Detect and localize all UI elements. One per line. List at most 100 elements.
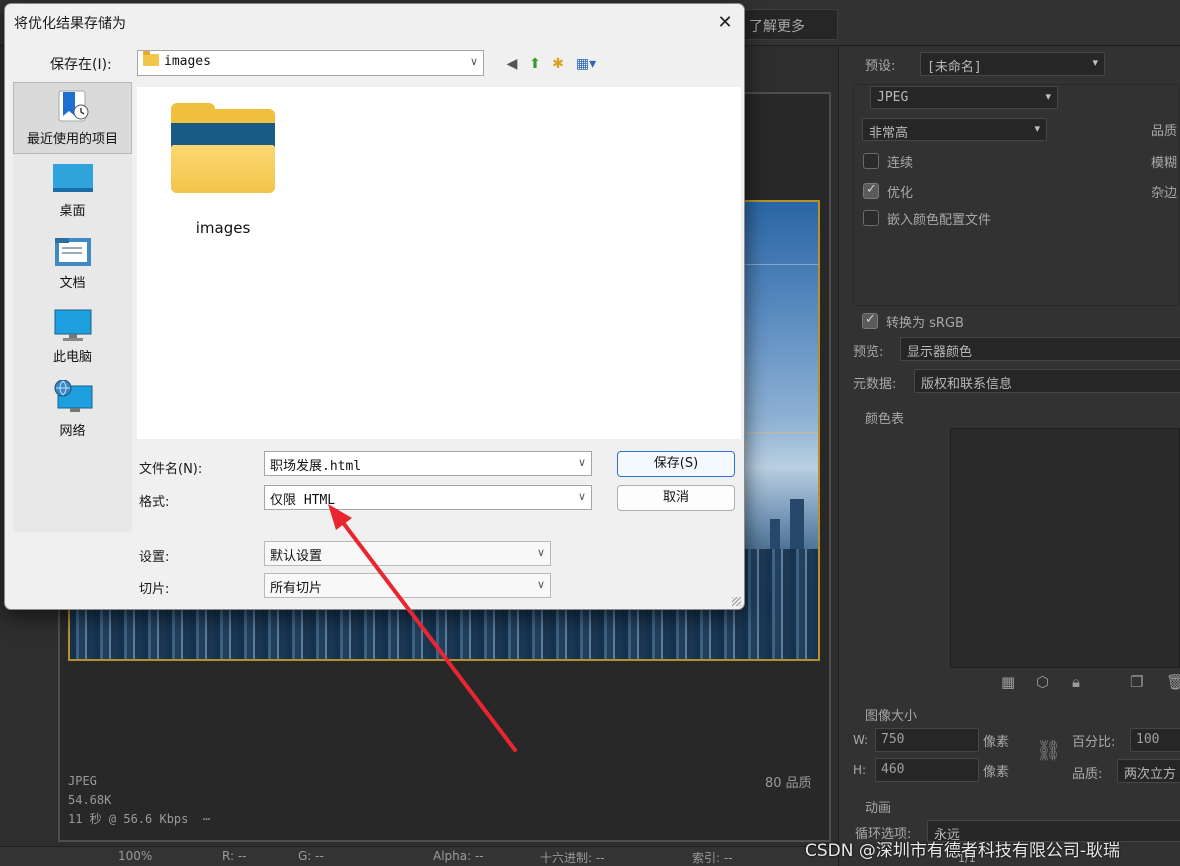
link-icon[interactable]: ⛓ xyxy=(1036,738,1061,762)
folder-icon[interactable] xyxy=(171,103,275,193)
place-documents[interactable]: 文档 xyxy=(13,234,132,291)
width-input[interactable]: 750 xyxy=(875,728,979,752)
matte-label: 杂边 xyxy=(1151,186,1178,201)
view-menu-icon[interactable]: ▦▾ xyxy=(572,54,600,74)
places-bar: 最近使用的项目 桌面 文档 此电脑 网络 xyxy=(13,82,132,532)
place-label: 文档 xyxy=(59,276,86,291)
chevron-down-icon: ∨ xyxy=(536,546,545,559)
save-in-label: 保存在(I): xyxy=(50,57,112,73)
color-table[interactable] xyxy=(950,428,1180,668)
save-in-combo[interactable]: images ∨ xyxy=(137,50,484,76)
resize-grip[interactable] xyxy=(732,597,741,606)
chevron-down-icon: ▾ xyxy=(1092,56,1098,69)
network-icon xyxy=(54,380,92,412)
resample-select[interactable]: 两次立方 xyxy=(1117,759,1180,783)
back-icon[interactable]: ◀ xyxy=(502,54,522,74)
preview-time: 11 秒 @ 56.6 Kbps xyxy=(68,812,189,826)
place-network[interactable]: 网络 xyxy=(13,380,132,439)
height-input[interactable]: 460 xyxy=(875,758,979,782)
color-table-label: 颜色表 xyxy=(865,412,905,427)
filename-label: 文件名(N): xyxy=(139,462,203,477)
save-button[interactable]: 保存(S) xyxy=(617,451,735,477)
settings-label: 设置: xyxy=(139,550,170,565)
place-this-pc[interactable]: 此电脑 xyxy=(13,308,132,365)
place-desktop[interactable]: 桌面 xyxy=(13,162,132,219)
slices-label: 切片: xyxy=(139,582,170,597)
up-folder-icon[interactable]: ⬆ xyxy=(525,54,545,74)
width-label: W: xyxy=(853,733,869,747)
preview-format: JPEG xyxy=(68,774,97,788)
blur-label: 模糊 xyxy=(1151,156,1178,171)
new-folder-icon[interactable]: ✱ xyxy=(548,54,568,74)
slices-select[interactable]: 所有切片 ∨ xyxy=(264,573,551,598)
recent-items-icon xyxy=(58,90,88,122)
preview-size: 54.68K xyxy=(68,793,112,807)
convert-srgb-label: 转换为 sRGB xyxy=(886,316,964,331)
desktop-icon xyxy=(52,164,93,192)
hex-readout: 十六进制: -- xyxy=(540,851,605,865)
trash-icon[interactable]: 🗑︎ xyxy=(1166,673,1180,691)
place-label: 最近使用的项目 xyxy=(26,132,118,147)
preview-info: JPEG 54.68K 11 秒 @ 56.6 Kbps ⋯ xyxy=(68,772,210,829)
cancel-button[interactable]: 取消 xyxy=(617,485,735,511)
cube-icon[interactable]: ⬡ xyxy=(1036,673,1049,691)
preview-quality: 80 品质 xyxy=(765,776,812,791)
chevron-down-icon: ∨ xyxy=(577,490,586,503)
index-readout: 索引: -- xyxy=(692,851,733,865)
filename-input[interactable]: 职场发展.html ∨ xyxy=(264,451,592,476)
place-recent[interactable]: 最近使用的项目 xyxy=(13,82,132,154)
progressive-label: 连续 xyxy=(887,156,914,171)
new-color-icon[interactable]: ❐ xyxy=(1130,673,1143,691)
folder-icon xyxy=(143,51,159,66)
close-icon[interactable]: ✕ xyxy=(705,5,744,41)
resample-label: 品质: xyxy=(1072,767,1103,782)
dialog-title: 将优化结果存储为 xyxy=(14,16,126,32)
watermark: CSDN @深圳市有德者科技有限公司-耿瑞 xyxy=(805,841,1121,861)
status-bar: 100% R: -- G: -- Alpha: -- 十六进制: -- 索引: … xyxy=(0,846,838,866)
quality-preset-select[interactable]: 非常高 ▾ xyxy=(862,118,1047,141)
progressive-checkbox[interactable] xyxy=(863,153,879,169)
format-select[interactable]: 仅限 HTML ∨ xyxy=(264,485,592,510)
folder-item-label[interactable]: images xyxy=(171,219,275,237)
preset-select[interactable]: [未命名] ▾ xyxy=(920,52,1105,76)
computer-icon xyxy=(54,309,91,341)
metadata-select[interactable]: 版权和联系信息 xyxy=(914,369,1180,393)
format-select[interactable]: JPEG ▾ xyxy=(870,86,1058,109)
chevron-down-icon: ∨ xyxy=(469,55,478,68)
chevron-down-icon: ▾ xyxy=(1034,122,1040,135)
chevron-down-icon: ▾ xyxy=(1045,90,1051,103)
preview-mode-label: 预览: xyxy=(853,345,884,360)
alpha-readout: Alpha: -- xyxy=(433,849,484,863)
height-unit: 像素 xyxy=(983,765,1010,780)
settings-select[interactable]: 默认设置 ∨ xyxy=(264,541,551,566)
place-label: 桌面 xyxy=(59,204,86,219)
preset-label: 预设: xyxy=(865,59,896,74)
percent-label: 百分比: xyxy=(1072,735,1116,750)
r-readout: R: -- xyxy=(222,849,247,863)
optimized-checkbox[interactable] xyxy=(863,182,879,199)
image-size-label: 图像大小 xyxy=(865,709,918,724)
web-snap-icon[interactable]: ▦ xyxy=(1001,673,1015,691)
preview-menu-icon[interactable]: ⋯ xyxy=(203,812,210,826)
file-list[interactable]: images xyxy=(137,87,741,439)
place-label: 网络 xyxy=(59,424,86,439)
width-unit: 像素 xyxy=(983,735,1010,750)
g-readout: G: -- xyxy=(298,849,324,863)
height-label: H: xyxy=(853,763,867,777)
embed-profile-label: 嵌入颜色配置文件 xyxy=(887,213,992,228)
zoom-level[interactable]: 100% xyxy=(118,849,152,863)
chevron-down-icon: ∨ xyxy=(536,578,545,591)
metadata-label: 元数据: xyxy=(853,377,897,392)
save-in-value: images xyxy=(164,54,211,69)
place-label: 此电脑 xyxy=(52,350,92,365)
embed-profile-checkbox[interactable] xyxy=(863,210,879,226)
quality-label: 品质 xyxy=(1151,124,1178,139)
lock-icon[interactable]: 🔒︎ xyxy=(1072,673,1080,691)
percent-input[interactable]: 100 xyxy=(1130,728,1180,752)
convert-srgb-checkbox[interactable] xyxy=(862,312,878,329)
optimized-label: 优化 xyxy=(887,186,914,201)
learn-more-button[interactable]: 了解更多 xyxy=(740,9,838,40)
save-dialog: 将优化结果存储为 ✕ 保存在(I): images ∨ ◀ ⬆ ✱ ▦▾ 最近使… xyxy=(4,3,745,610)
chevron-down-icon: ∨ xyxy=(577,456,586,469)
preview-mode-select[interactable]: 显示器颜色 xyxy=(900,337,1180,361)
